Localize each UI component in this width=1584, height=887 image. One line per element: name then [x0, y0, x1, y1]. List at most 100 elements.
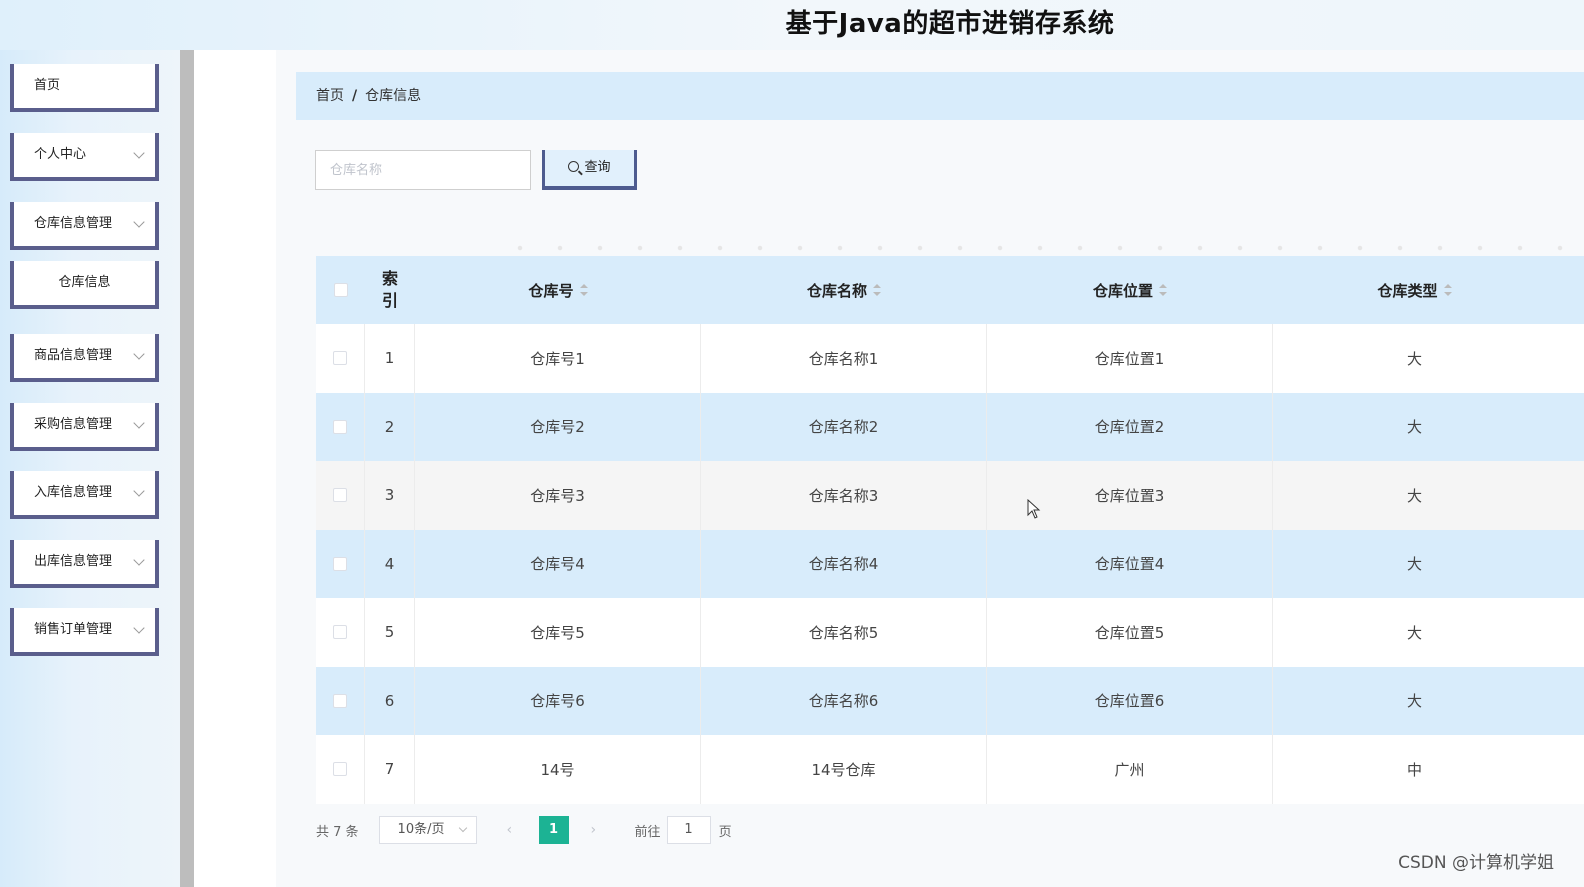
select-all-checkbox[interactable] — [333, 283, 348, 297]
sidebar-item-personal-center[interactable]: 个人中心 — [10, 133, 159, 181]
sidebar-item-outbound-management[interactable]: 出库信息管理 — [10, 540, 159, 588]
cell-warehouse-location: 仓库位置5 — [987, 598, 1273, 667]
sidebar-item-label: 仓库信息管理 — [34, 216, 113, 231]
sidebar-item-label: 首页 — [34, 78, 61, 93]
row-checkbox[interactable] — [333, 625, 347, 640]
chevron-down-icon — [133, 147, 145, 159]
breadcrumb-current: 仓库信息 — [365, 88, 422, 104]
cell-warehouse-location: 仓库位置6 — [987, 666, 1273, 735]
header-warehouse-name[interactable]: 仓库名称 — [701, 256, 987, 324]
row-index: 7 — [365, 735, 415, 804]
sidebar-item-label: 出库信息管理 — [34, 554, 113, 569]
row-checkbox[interactable] — [333, 419, 347, 434]
table-row[interactable]: 6 仓库号6 仓库名称6 仓库位置6 大 — [316, 666, 1584, 735]
row-checkbox-cell — [316, 529, 365, 598]
breadcrumb-separator: / — [352, 88, 358, 104]
header-warehouse-type[interactable]: 仓库类型 — [1273, 256, 1556, 324]
row-index: 2 — [365, 392, 415, 461]
cell-warehouse-type: 大 — [1406, 349, 1422, 368]
goto-suffix: 页 — [718, 824, 732, 840]
row-checkbox[interactable] — [333, 556, 347, 571]
sidebar-item-purchase-management[interactable]: 采购信息管理 — [10, 403, 159, 451]
sidebar-item-label: 仓库信息 — [58, 275, 111, 290]
row-checkbox-cell — [316, 598, 365, 667]
total-count: 共 7 条 — [316, 824, 359, 840]
cell-warehouse-no: 仓库号6 — [415, 666, 701, 735]
row-index: 6 — [365, 666, 415, 735]
chevron-down-icon — [133, 417, 145, 429]
row-checkbox[interactable] — [333, 762, 347, 777]
cell-warehouse-location: 仓库位置1 — [987, 324, 1273, 393]
page-size-select[interactable]: 10条/页 — [378, 816, 477, 844]
chevron-down-icon — [133, 348, 145, 360]
cell-warehouse-no: 14号 — [415, 735, 701, 804]
row-index: 1 — [365, 324, 415, 393]
sidebar-item-label: 采购信息管理 — [34, 417, 113, 432]
search-button[interactable]: 查询 — [542, 150, 637, 190]
row-checkbox-cell — [316, 461, 365, 530]
page-number-current[interactable]: 1 — [538, 816, 569, 844]
sidebar-item-home[interactable]: 首页 — [10, 64, 159, 112]
prev-page-icon[interactable]: ‹ — [507, 822, 517, 838]
row-checkbox-cell — [316, 392, 365, 461]
table-row[interactable]: 4 仓库号4 仓库名称4 仓库位置4 大 — [316, 529, 1584, 598]
row-checkbox[interactable] — [333, 693, 347, 708]
cell-warehouse-no: 仓库号2 — [415, 392, 701, 461]
header-label: 仓库号 — [528, 281, 574, 300]
table-row[interactable]: 5 仓库号5 仓库名称5 仓库位置5 大 — [316, 598, 1584, 667]
sidebar-item-label: 商品信息管理 — [34, 348, 113, 363]
cell-warehouse-type: 大 — [1406, 692, 1422, 711]
cell-warehouse-type: 中 — [1406, 760, 1422, 779]
header-warehouse-location[interactable]: 仓库位置 — [987, 256, 1273, 324]
sidebar-item-label: 入库信息管理 — [34, 485, 113, 500]
warehouse-name-search-input[interactable] — [315, 150, 531, 190]
row-checkbox[interactable] — [333, 351, 347, 366]
row-checkbox-cell — [316, 324, 365, 393]
cell-warehouse-location: 仓库位置2 — [987, 392, 1273, 461]
pagination: 共 7 条 10条/页 ‹ 1 › 前往 1 页 — [316, 816, 732, 844]
page-size-value: 10条/页 — [397, 822, 445, 837]
goto-label: 前往 — [634, 824, 661, 840]
cell-warehouse-no: 仓库号1 — [415, 324, 701, 393]
row-checkbox-cell — [316, 735, 365, 804]
header-label: 仓库位置 — [1092, 281, 1153, 300]
table-row[interactable]: 1 仓库号1 仓库名称1 仓库位置1 大 — [316, 324, 1584, 393]
search-icon — [568, 161, 580, 172]
header-warehouse-no[interactable]: 仓库号 — [415, 256, 701, 324]
header-index-char: 索 — [381, 269, 398, 288]
table-row[interactable]: 3 仓库号3 仓库名称3 仓库位置3 大 — [316, 461, 1584, 530]
header-index-char: 引 — [381, 291, 398, 310]
header-label: 仓库类型 — [1377, 281, 1438, 300]
table-row[interactable]: 2 仓库号2 仓库名称2 仓库位置2 大 — [316, 392, 1584, 461]
next-page-icon[interactable]: › — [591, 822, 601, 838]
sort-icon[interactable] — [579, 284, 588, 296]
cell-warehouse-type: 大 — [1406, 418, 1422, 437]
sidebar-item-product-management[interactable]: 商品信息管理 — [10, 334, 159, 382]
sidebar-item-label: 个人中心 — [34, 147, 87, 162]
select-all-cell — [316, 256, 365, 324]
chevron-down-icon — [133, 485, 145, 497]
top-bar: 基于Java的超市进销存系统 — [0, 0, 1584, 50]
row-checkbox[interactable] — [333, 488, 347, 503]
cell-warehouse-type: 大 — [1406, 555, 1422, 574]
sidebar-scrollbar[interactable] — [180, 50, 194, 887]
chevron-down-icon — [133, 554, 145, 566]
mouse-cursor-icon — [1027, 499, 1041, 519]
cell-warehouse-type: 大 — [1406, 486, 1422, 505]
cell-warehouse-type: 大 — [1406, 623, 1422, 642]
sidebar-item-sales-order-management[interactable]: 销售订单管理 — [10, 608, 159, 656]
table-header: 索 引 仓库号 仓库名称 仓库位置 仓库类型 — [316, 256, 1584, 324]
sort-icon[interactable] — [1443, 284, 1452, 296]
sidebar-item-warehouse-management[interactable]: 仓库信息管理 — [10, 202, 159, 250]
sort-icon[interactable] — [873, 284, 881, 296]
sidebar-subitem-warehouse-info[interactable]: 仓库信息 — [10, 261, 159, 309]
header-index: 索 引 — [365, 256, 415, 324]
breadcrumb-home[interactable]: 首页 — [316, 88, 344, 104]
table-row[interactable]: 7 14号 14号仓库 广州 中 — [316, 735, 1584, 804]
row-index: 5 — [365, 598, 415, 667]
goto-page-input[interactable]: 1 — [666, 816, 711, 844]
row-checkbox-cell — [316, 666, 365, 735]
decorative-dots — [500, 244, 1584, 252]
sidebar-item-inbound-management[interactable]: 入库信息管理 — [10, 471, 159, 519]
sort-icon[interactable] — [1159, 284, 1167, 296]
